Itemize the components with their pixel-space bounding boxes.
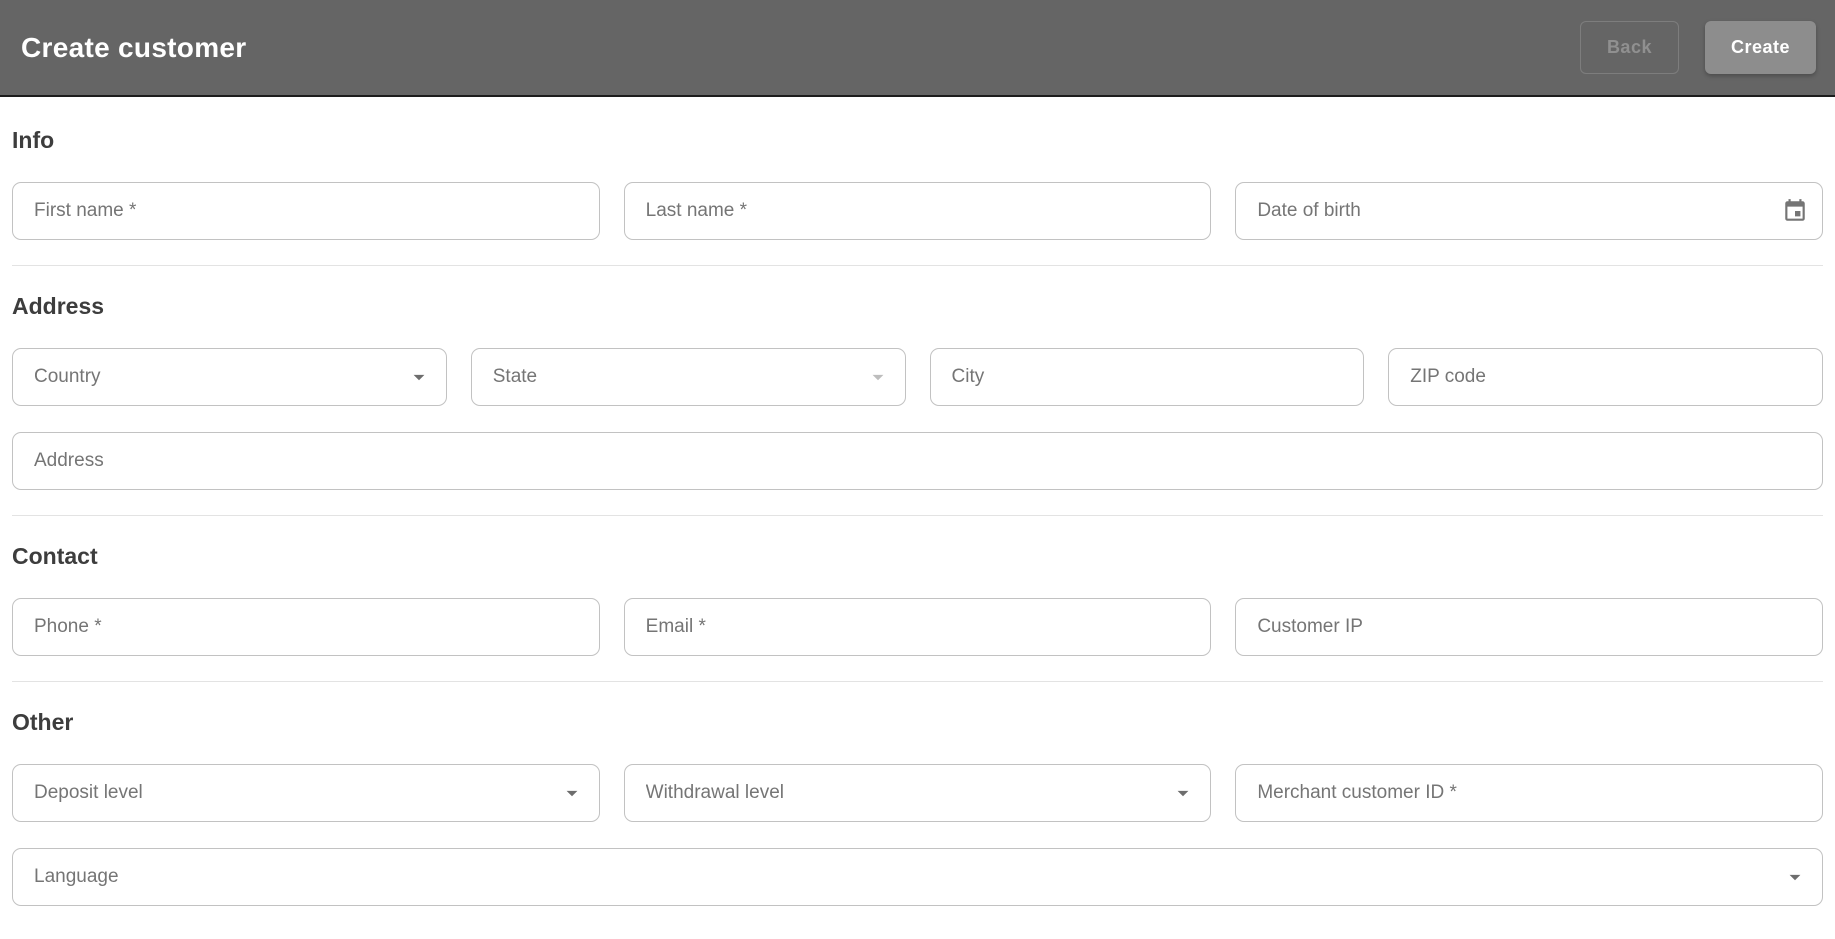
city-input[interactable] bbox=[952, 366, 1350, 388]
withdrawal-level-select-label: Withdrawal level bbox=[646, 782, 1171, 804]
merchant-customer-id-field-wrapper bbox=[1235, 764, 1823, 822]
country-select-label: Country bbox=[34, 366, 406, 388]
deposit-level-select[interactable]: Deposit level bbox=[12, 764, 600, 822]
language-select[interactable]: Language bbox=[12, 848, 1823, 906]
section-title-other: Other bbox=[12, 709, 1823, 736]
withdrawal-level-select[interactable]: Withdrawal level bbox=[624, 764, 1212, 822]
create-customer-form: Info Address Country State bbox=[0, 127, 1835, 906]
state-select-label: State bbox=[493, 366, 865, 388]
city-field-wrapper bbox=[930, 348, 1365, 406]
date-of-birth-field-wrapper bbox=[1235, 182, 1823, 240]
chevron-down-icon bbox=[559, 780, 585, 806]
create-button[interactable]: Create bbox=[1705, 21, 1816, 74]
address-row-1: Country State bbox=[12, 348, 1823, 406]
header-bar: Create customer Back Create bbox=[0, 0, 1835, 97]
section-title-info: Info bbox=[12, 127, 1823, 154]
back-button: Back bbox=[1580, 21, 1679, 74]
chevron-down-icon bbox=[1782, 864, 1808, 890]
address-field-wrapper bbox=[12, 432, 1823, 490]
chevron-down-icon bbox=[406, 364, 432, 390]
customer-ip-field-wrapper bbox=[1235, 598, 1823, 656]
header-actions: Back Create bbox=[1580, 21, 1816, 74]
address-input[interactable] bbox=[34, 450, 1808, 472]
language-select-label: Language bbox=[34, 866, 1782, 888]
first-name-input[interactable] bbox=[34, 200, 585, 222]
first-name-field-wrapper bbox=[12, 182, 600, 240]
email-input[interactable] bbox=[646, 616, 1197, 638]
calendar-icon[interactable] bbox=[1782, 198, 1808, 224]
section-divider bbox=[12, 515, 1823, 516]
date-of-birth-input[interactable] bbox=[1257, 200, 1782, 222]
merchant-customer-id-input[interactable] bbox=[1257, 782, 1808, 804]
chevron-down-icon bbox=[1170, 780, 1196, 806]
chevron-down-icon bbox=[865, 364, 891, 390]
last-name-field-wrapper bbox=[624, 182, 1212, 240]
section-divider bbox=[12, 265, 1823, 266]
section-divider bbox=[12, 681, 1823, 682]
page-title: Create customer bbox=[21, 32, 246, 64]
contact-row bbox=[12, 598, 1823, 656]
section-title-address: Address bbox=[12, 293, 1823, 320]
last-name-input[interactable] bbox=[646, 200, 1197, 222]
zip-code-field-wrapper bbox=[1388, 348, 1823, 406]
other-row-2: Language bbox=[12, 848, 1823, 906]
deposit-level-select-label: Deposit level bbox=[34, 782, 559, 804]
email-field-wrapper bbox=[624, 598, 1212, 656]
phone-field-wrapper bbox=[12, 598, 600, 656]
country-select[interactable]: Country bbox=[12, 348, 447, 406]
section-title-contact: Contact bbox=[12, 543, 1823, 570]
info-row bbox=[12, 182, 1823, 240]
address-row-2 bbox=[12, 432, 1823, 490]
customer-ip-input[interactable] bbox=[1257, 616, 1808, 638]
zip-code-input[interactable] bbox=[1410, 366, 1808, 388]
phone-input[interactable] bbox=[34, 616, 585, 638]
other-row-1: Deposit level Withdrawal level bbox=[12, 764, 1823, 822]
state-select: State bbox=[471, 348, 906, 406]
